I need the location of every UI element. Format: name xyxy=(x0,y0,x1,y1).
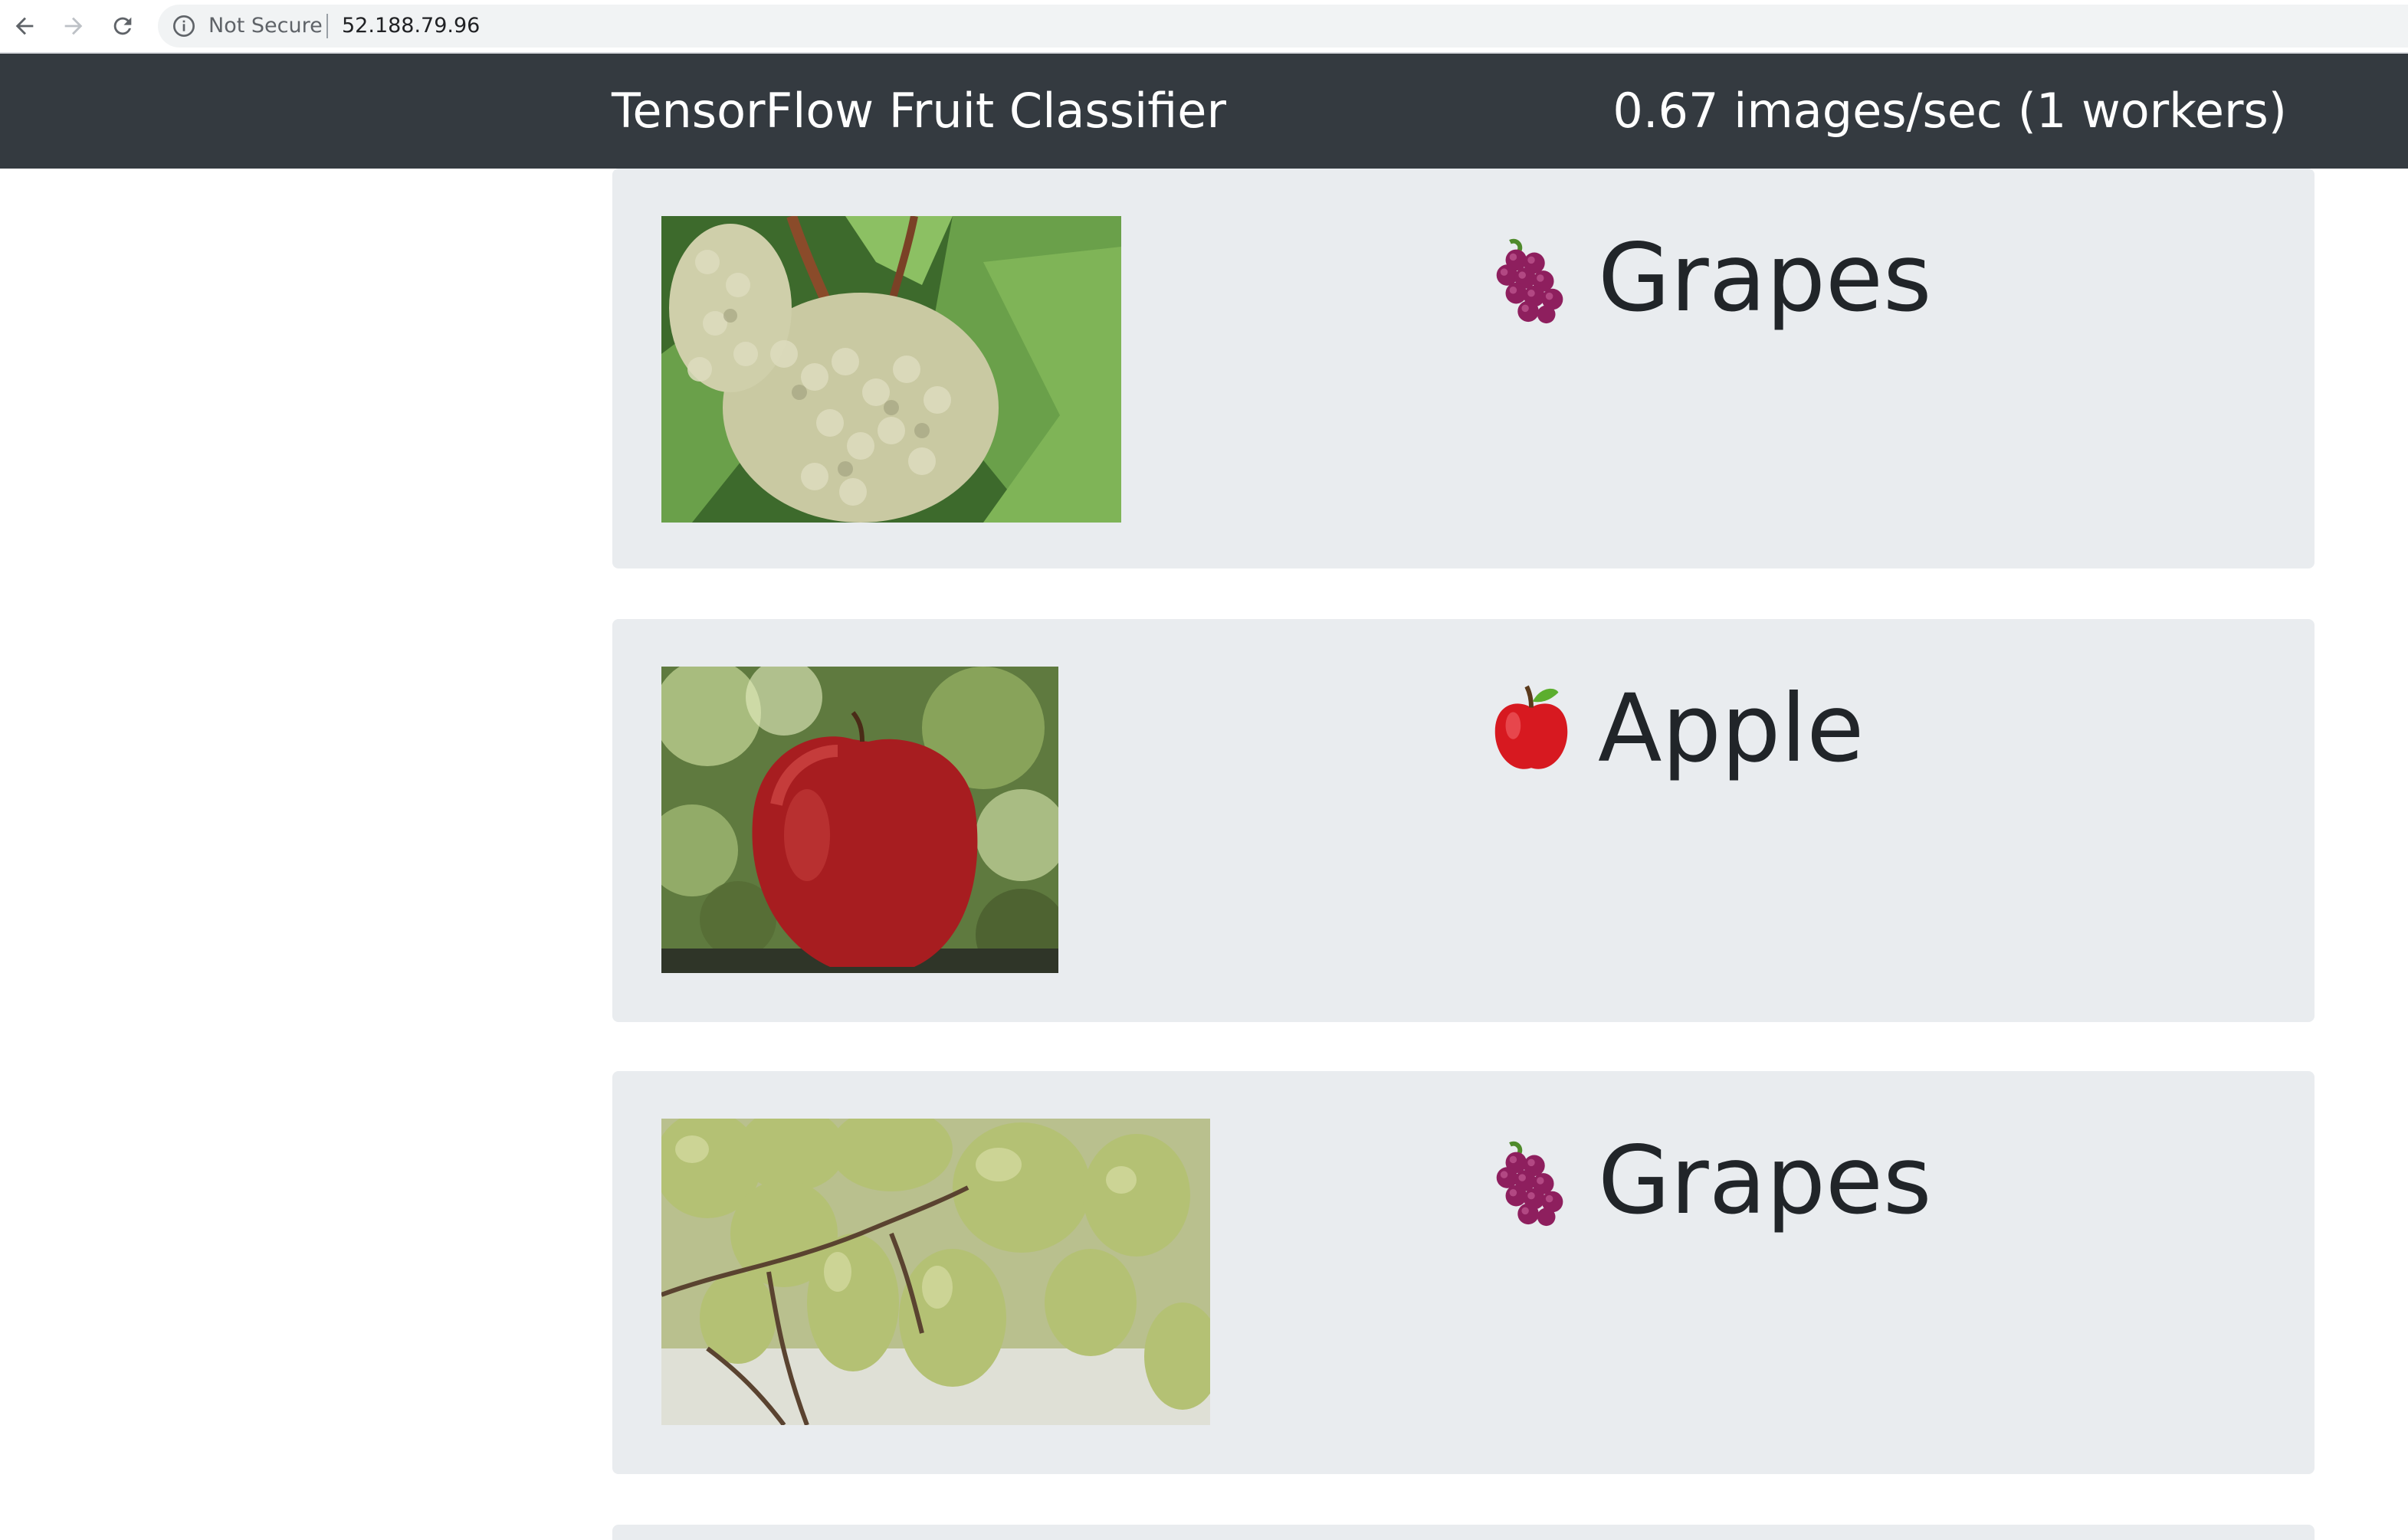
fruit-photo xyxy=(661,1119,1210,1425)
arrow-right-icon xyxy=(64,17,83,35)
info-icon[interactable] xyxy=(172,14,196,38)
prediction: Apple xyxy=(1483,664,1864,794)
forward-button[interactable] xyxy=(58,11,89,41)
grapes-icon xyxy=(1483,1132,1580,1229)
url-divider xyxy=(326,14,328,38)
grapes-icon xyxy=(1483,230,1580,326)
app-navbar: TensorFlow Fruit Classifier 0.67 images/… xyxy=(0,54,2408,169)
arrow-left-icon xyxy=(15,17,34,35)
app-title[interactable]: TensorFlow Fruit Classifier xyxy=(612,54,1226,169)
prediction: Grapes xyxy=(1483,1116,1932,1246)
throughput-status: 0.67 images/sec (1 workers) xyxy=(1612,83,2287,139)
fruit-photo xyxy=(661,667,1058,973)
reload-button[interactable] xyxy=(107,11,138,41)
prediction-label: Grapes xyxy=(1598,1126,1932,1235)
fruit-photo xyxy=(661,216,1121,523)
result-card: Apple xyxy=(612,619,2315,1022)
apple-icon xyxy=(1483,680,1580,777)
back-button[interactable] xyxy=(9,11,40,41)
prediction-label: Grapes xyxy=(1598,224,1932,333)
browser-toolbar: Not Secure 52.188.79.96 xyxy=(0,0,2408,54)
prediction-label: Apple xyxy=(1598,674,1865,783)
result-card: Grapes xyxy=(612,169,2315,568)
prediction: Grapes xyxy=(1483,213,1932,343)
address-bar[interactable] xyxy=(158,5,2408,48)
url-text[interactable]: 52.188.79.96 xyxy=(342,0,480,54)
result-card xyxy=(612,1525,2315,1540)
security-status[interactable]: Not Secure xyxy=(208,0,323,54)
reload-icon xyxy=(113,17,132,35)
result-card: Grapes xyxy=(612,1071,2315,1474)
